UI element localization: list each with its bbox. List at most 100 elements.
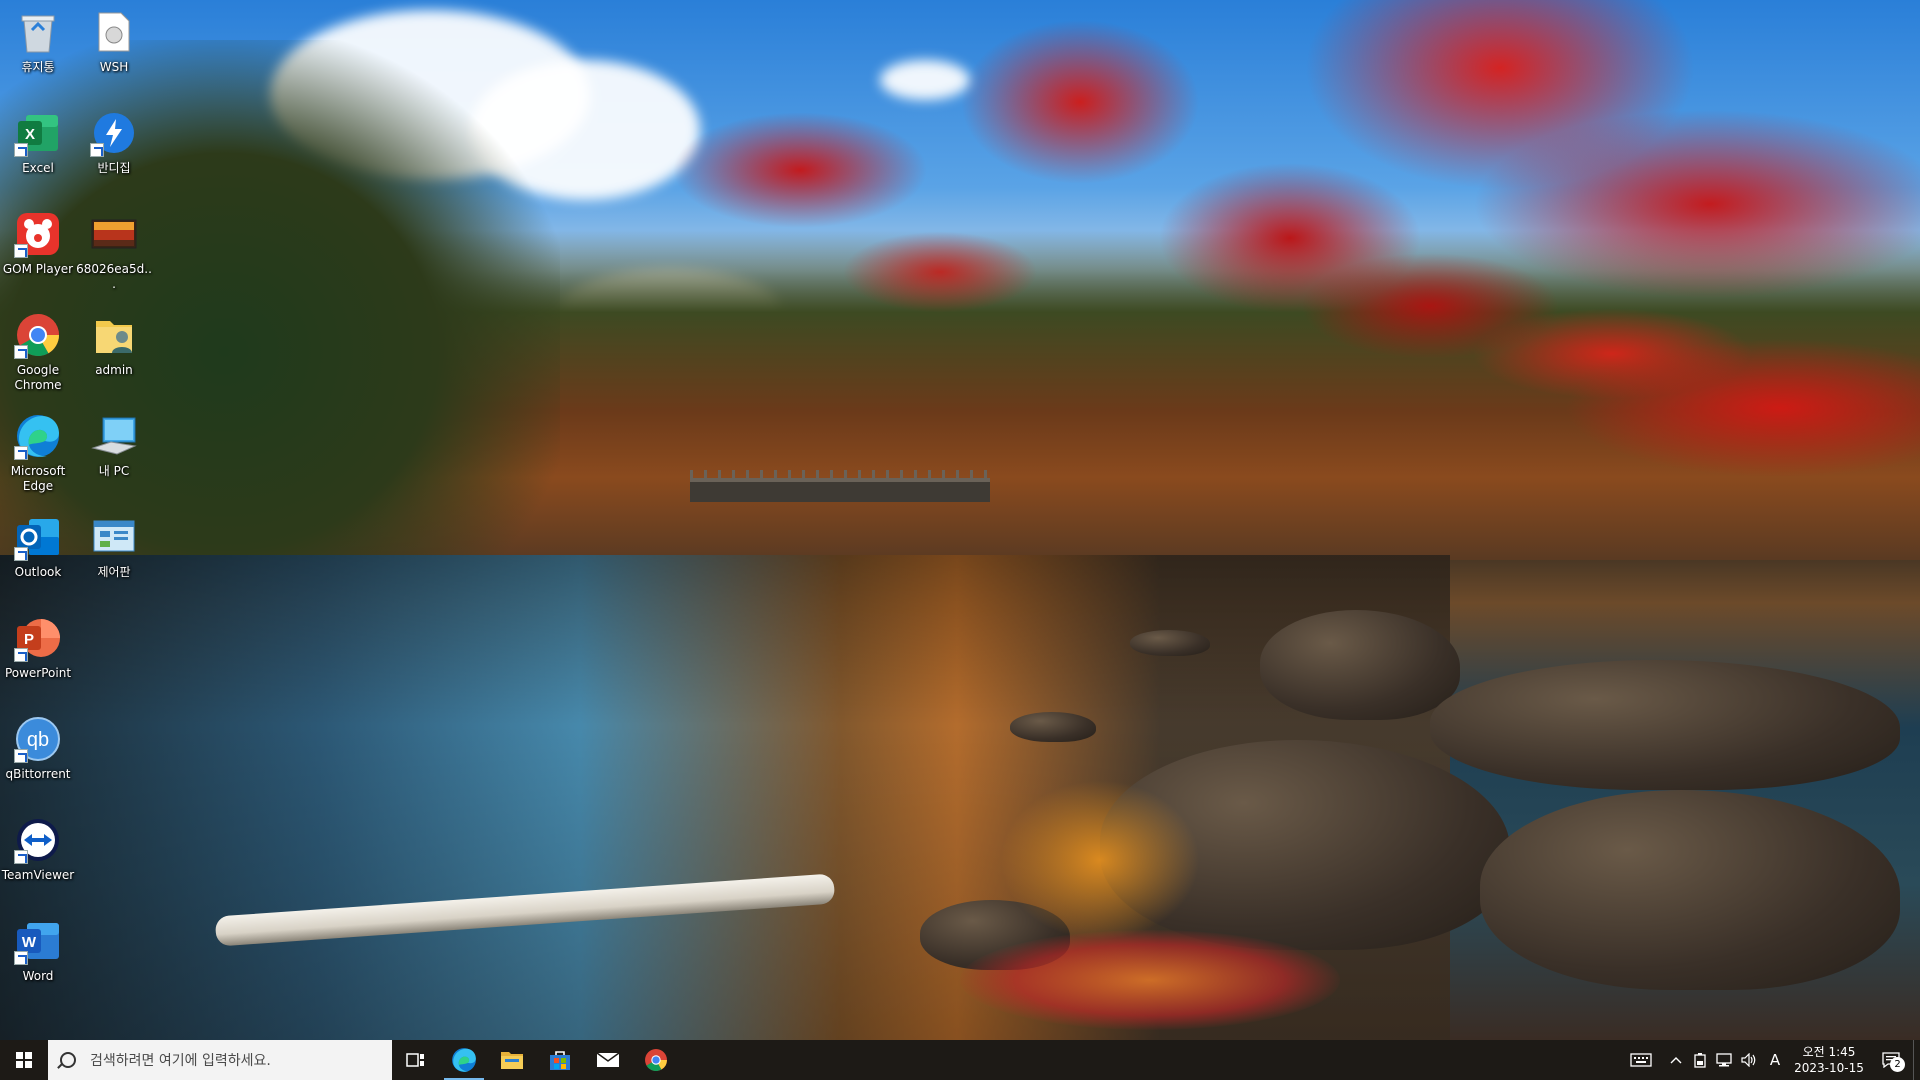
taskbar-mail-button[interactable] xyxy=(584,1040,632,1080)
teamviewer-icon xyxy=(14,816,62,864)
desktop-icon-label: admin xyxy=(95,363,133,377)
chevron-up-icon xyxy=(1670,1057,1682,1064)
qbittorrent-icon: qb xyxy=(14,715,62,763)
desktop-icon-label: Outlook xyxy=(14,565,62,579)
desktop-icon-wsh[interactable]: WSH xyxy=(76,0,152,96)
network-icon xyxy=(1716,1053,1732,1067)
desktop-icon-label: 휴지통 xyxy=(21,60,55,74)
edge-icon xyxy=(14,412,62,460)
taskbar-file-explorer-button[interactable] xyxy=(488,1040,536,1080)
shortcut-arrow-icon xyxy=(14,446,28,460)
tray-app-button[interactable] xyxy=(1689,1040,1711,1080)
desktop-icon-powerpoint[interactable]: P PowerPoint xyxy=(0,606,76,702)
taskbar-search-box[interactable]: 검색하려면 여기에 입력하세요. xyxy=(48,1040,392,1080)
excel-icon: X xyxy=(14,109,62,157)
recycle-bin-icon xyxy=(14,8,62,56)
system-tray: A 오전 1:45 2023-10-15 2 xyxy=(1619,1040,1920,1080)
svg-text:W: W xyxy=(22,934,37,951)
desktop-icon-label: GOM Player xyxy=(2,262,74,276)
this-pc-icon xyxy=(90,412,138,460)
desktop-icon-label: 내 PC xyxy=(98,464,130,478)
taskbar: 검색하려면 여기에 입력하세요. A 오전 1:45 2023-10-15 2 xyxy=(0,1040,1920,1080)
edge-icon xyxy=(452,1048,476,1072)
battery-icon xyxy=(1694,1053,1706,1068)
taskbar-store-button[interactable] xyxy=(536,1040,584,1080)
desktop-icon-word[interactable]: W Word xyxy=(0,909,76,1005)
desktop-icon-label: 반디집 xyxy=(97,161,131,175)
task-view-button[interactable] xyxy=(392,1040,440,1080)
desktop-icon-teamviewer[interactable]: TeamViewer xyxy=(0,808,76,904)
input-method-indicator[interactable]: A xyxy=(1761,1040,1789,1080)
desktop-icon-microsoft-edge[interactable]: Microsoft Edge xyxy=(0,404,76,500)
desktop-icon-google-chrome[interactable]: Google Chrome xyxy=(0,303,76,399)
wallpaper-red-maple-leaves xyxy=(520,0,1920,680)
desktop-icon-label: Microsoft Edge xyxy=(10,464,66,493)
desktop-icon-image-file[interactable]: 68026ea5d... xyxy=(76,202,152,298)
desktop-icon-excel[interactable]: X Excel xyxy=(0,101,76,197)
desktop-icon-admin[interactable]: admin xyxy=(76,303,152,399)
desktop-icon-gom-player[interactable]: GOM Player xyxy=(0,202,76,298)
keyboard-layout-button[interactable] xyxy=(1619,1040,1663,1080)
shortcut-arrow-icon xyxy=(14,850,28,864)
powerpoint-icon: P xyxy=(14,614,62,662)
start-button[interactable] xyxy=(0,1040,48,1080)
desktop-icon-control-panel[interactable]: 제어판 xyxy=(76,505,152,601)
desktop-icon-bandizip[interactable]: 반디집 xyxy=(76,101,152,197)
notification-center-button[interactable]: 2 xyxy=(1869,1040,1913,1080)
desktop-icon-label: Google Chrome xyxy=(14,363,62,392)
chrome-icon xyxy=(14,311,62,359)
desktop-icon-label: WSH xyxy=(99,60,129,74)
wallpaper-fallen-leaves xyxy=(960,930,1340,1030)
show-desktop-button[interactable] xyxy=(1913,1040,1920,1080)
shortcut-arrow-icon xyxy=(14,547,28,561)
wallpaper-rock xyxy=(1480,790,1900,990)
desktop-icon-label: 68026ea5d... xyxy=(76,262,152,291)
desktop-icon-outlook[interactable]: Outlook xyxy=(0,505,76,601)
clock-time: 오전 1:45 xyxy=(1802,1045,1856,1059)
image-file-icon xyxy=(90,210,138,258)
shortcut-arrow-icon xyxy=(14,951,28,965)
shortcut-arrow-icon xyxy=(14,749,28,763)
outlook-icon xyxy=(14,513,62,561)
microsoft-store-icon xyxy=(550,1051,570,1070)
clock-date: 2023-10-15 xyxy=(1794,1061,1864,1075)
desktop-icon-recycle-bin[interactable]: 휴지통 xyxy=(0,0,76,96)
desktop-icon-label: PowerPoint xyxy=(4,666,72,680)
desktop-icon-label: Excel xyxy=(22,161,54,175)
desktop-wallpaper: 휴지통 WSH X Excel 반디집 GOM Player 68026ea5d… xyxy=(0,0,1920,1040)
wallpaper-fallen-leaves xyxy=(1000,780,1200,940)
file-explorer-icon xyxy=(501,1052,523,1069)
keyboard-icon xyxy=(1630,1053,1652,1067)
show-hidden-icons-button[interactable] xyxy=(1663,1040,1689,1080)
shortcut-arrow-icon xyxy=(14,648,28,662)
gom-player-icon xyxy=(14,210,62,258)
svg-text:X: X xyxy=(25,126,35,143)
desktop-icon-label: TeamViewer xyxy=(1,868,75,882)
mail-icon xyxy=(596,1052,620,1067)
speaker-icon xyxy=(1741,1053,1756,1067)
desktop-icon-label: Word xyxy=(22,969,54,983)
desktop-icon-this-pc[interactable]: 내 PC xyxy=(76,404,152,500)
task-view-icon xyxy=(406,1053,424,1067)
desktop-icon-label: qBittorrent xyxy=(5,767,71,781)
desktop-icon-qbittorrent[interactable]: qb qBittorrent xyxy=(0,707,76,803)
shortcut-arrow-icon xyxy=(14,345,28,359)
wsh-file-icon xyxy=(90,8,138,56)
desktop-icon-label: 제어판 xyxy=(97,565,131,579)
chrome-icon xyxy=(645,1049,667,1071)
network-button[interactable] xyxy=(1711,1040,1737,1080)
shortcut-arrow-icon xyxy=(90,143,104,157)
taskbar-clock[interactable]: 오전 1:45 2023-10-15 xyxy=(1789,1044,1869,1076)
taskbar-chrome-button[interactable] xyxy=(632,1040,680,1080)
volume-button[interactable] xyxy=(1737,1040,1761,1080)
control-panel-icon xyxy=(90,513,138,561)
bandizip-icon xyxy=(90,109,138,157)
taskbar-edge-button[interactable] xyxy=(440,1040,488,1080)
wallpaper-rock xyxy=(1010,712,1096,742)
shortcut-arrow-icon xyxy=(14,143,28,157)
shortcut-arrow-icon xyxy=(14,244,28,258)
search-icon xyxy=(60,1052,76,1068)
search-placeholder: 검색하려면 여기에 입력하세요. xyxy=(90,1053,271,1069)
windows-logo-icon xyxy=(16,1052,32,1068)
user-folder-icon xyxy=(90,311,138,359)
